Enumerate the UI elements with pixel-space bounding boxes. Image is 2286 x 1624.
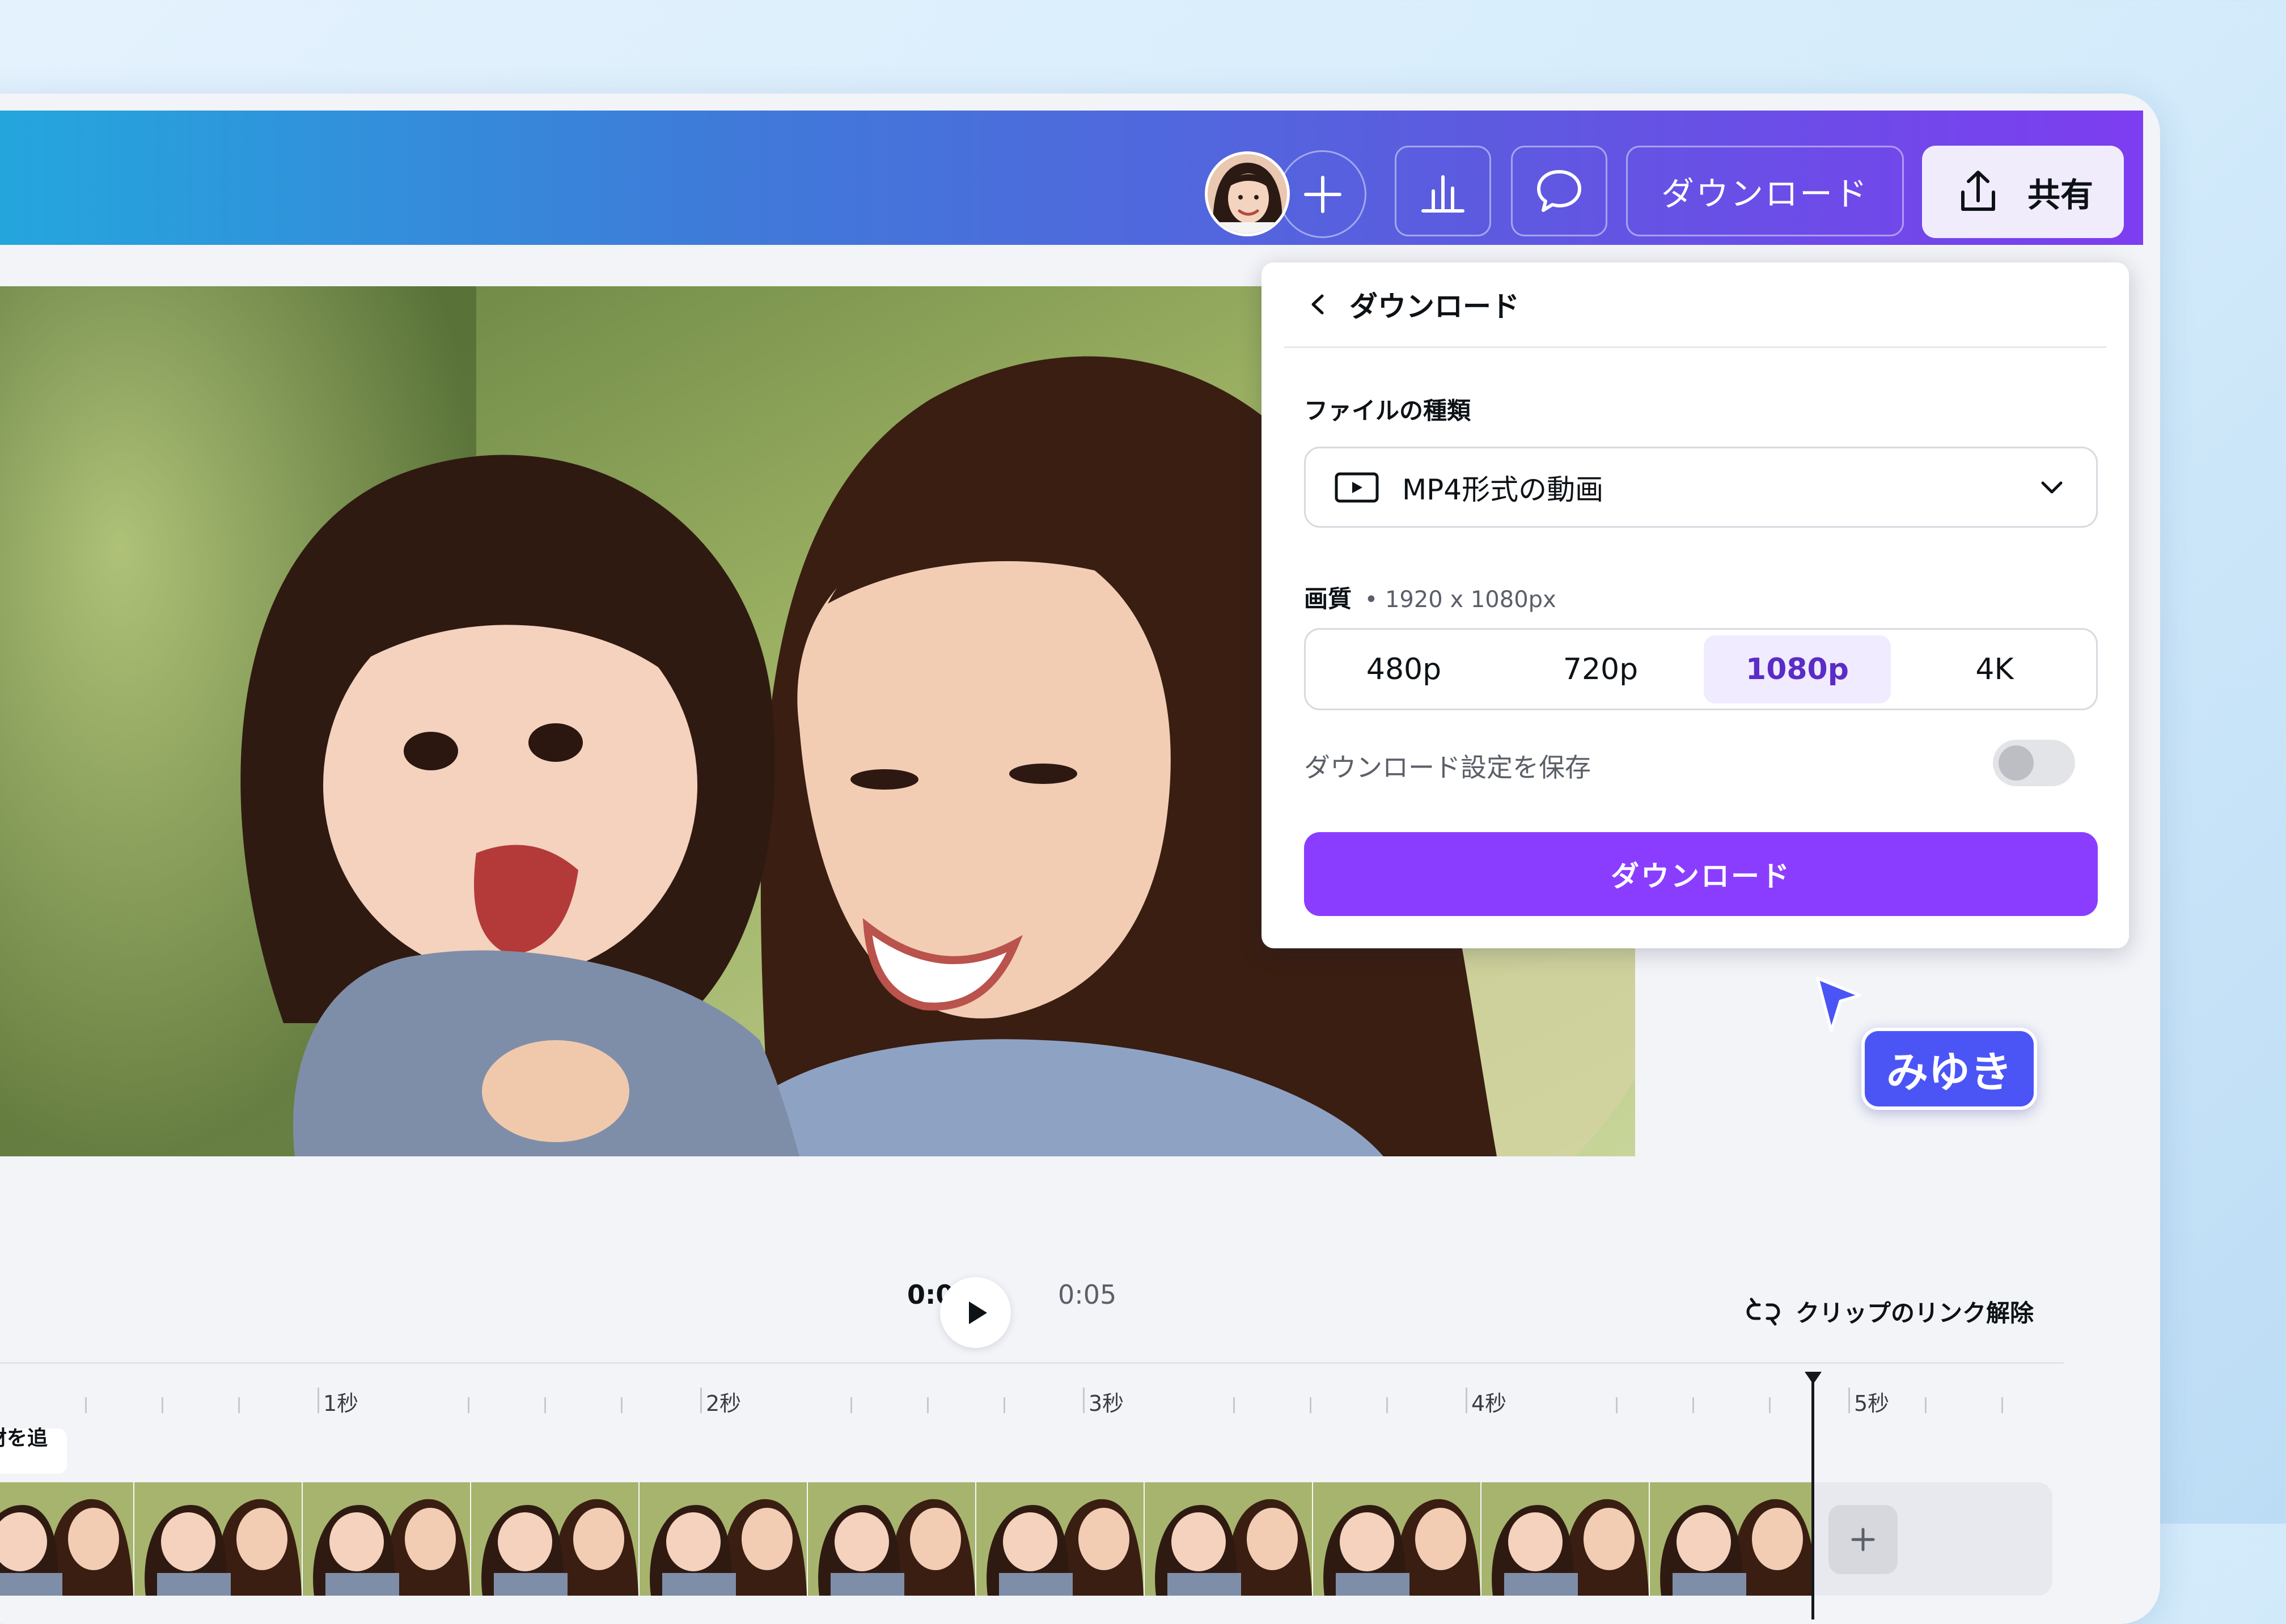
clip-frame [1313, 1482, 1481, 1596]
ruler-second-mark [318, 1388, 319, 1413]
panel-download-button[interactable]: ダウンロード [1304, 832, 2098, 916]
plus-icon [1303, 175, 1341, 213]
download-button[interactable]: ダウンロード [1626, 146, 1904, 236]
ruler-tick [1692, 1397, 1694, 1413]
ruler-tick [1616, 1397, 1618, 1413]
ruler-tick [85, 1397, 87, 1413]
timeline-divider [0, 1362, 2064, 1364]
user-avatar[interactable] [1205, 151, 1290, 236]
quality-option-720p[interactable]: 720p [1507, 635, 1694, 703]
ruler-tick [1769, 1397, 1771, 1413]
ruler-tick [468, 1397, 469, 1413]
ruler-tick [544, 1397, 546, 1413]
bar-chart-icon [1421, 175, 1464, 213]
ruler-tick [162, 1397, 163, 1413]
save-settings-label: ダウンロード設定を保存 [1304, 752, 1591, 783]
clip-frame [808, 1482, 976, 1596]
quality-option-480p[interactable]: 480p [1310, 635, 1497, 703]
ruler-tick [1004, 1397, 1005, 1413]
clip-frame [303, 1482, 471, 1596]
ruler-label-1s: 1秒 [323, 1391, 359, 1416]
video-file-icon [1335, 472, 1379, 502]
file-type-select[interactable]: MP4形式の動画 [1304, 447, 2098, 528]
ruler-label-5s: 5秒 [1854, 1391, 1890, 1416]
collaborator-name-tag: みゆき [1861, 1028, 2037, 1110]
ruler-tick [1310, 1397, 1311, 1413]
chevron-down-icon [2041, 481, 2063, 493]
ruler-second-mark [1083, 1388, 1085, 1413]
quality-label: 画質 [1304, 585, 1352, 613]
ruler-second-mark [700, 1388, 702, 1413]
play-button[interactable] [940, 1277, 1011, 1348]
ruler-label-2s: 2秒 [706, 1391, 742, 1416]
total-time: 0:05 [1058, 1279, 1117, 1310]
avatar-photo [1208, 154, 1287, 234]
ruler-tick [1925, 1397, 1927, 1413]
share-upload-icon [1961, 170, 1995, 211]
clip-frame [134, 1482, 303, 1596]
clip-frame [1481, 1482, 1650, 1596]
unlink-icon [1746, 1297, 1780, 1325]
insights-button[interactable] [1395, 146, 1491, 236]
download-button-label: ダウンロード [1661, 175, 1869, 213]
share-button[interactable]: 共有 [1922, 146, 2124, 238]
quality-option-4k[interactable]: 4K [1901, 635, 2088, 703]
unlink-clips-button[interactable]: クリップのリンク解除 [1743, 1294, 2034, 1329]
add-clip-button[interactable] [1828, 1505, 1898, 1574]
panel-title: ダウンロード [1349, 290, 1519, 323]
add-media-button[interactable]: 素材を追加 [0, 1427, 67, 1474]
download-panel: ダウンロード ファイルの種類 MP4形式の動画 画質 • 1920 x 1080… [1261, 262, 2129, 948]
playhead[interactable] [1811, 1376, 1814, 1619]
ruler-label-3s: 3秒 [1089, 1391, 1124, 1416]
ruler-tick [1233, 1397, 1235, 1413]
add-collaborator-button[interactable] [1279, 150, 1366, 238]
ruler-second-mark [1848, 1388, 1850, 1413]
quality-option-1080p[interactable]: 1080p [1704, 635, 1891, 703]
quality-segmented-control: 480p 720p 1080p 4K [1304, 628, 2098, 710]
file-type-label: ファイルの種類 [1304, 397, 1471, 425]
clip-frame [471, 1482, 640, 1596]
ruler-tick [2001, 1397, 2003, 1413]
clip-frame [640, 1482, 808, 1596]
panel-header: ダウンロード [1284, 262, 2106, 348]
clip-frame [0, 1482, 134, 1596]
clip-frame [1145, 1482, 1313, 1596]
file-type-value: MP4形式の動画 [1402, 473, 1604, 506]
ruler-second-mark [1466, 1388, 1467, 1413]
collaborator-cursor-icon [1816, 977, 1861, 1032]
top-bar: ダウンロード 共有 [0, 111, 2143, 245]
ruler-tick [1386, 1397, 1388, 1413]
toggle-knob [1999, 745, 2034, 781]
quality-detail: • 1920 x 1080px [1364, 587, 1556, 613]
comment-bubble-icon [1537, 170, 1581, 212]
video-clip-track[interactable] [0, 1482, 1814, 1596]
back-chevron-icon[interactable] [1304, 290, 1332, 319]
quality-label-row: 画質 • 1920 x 1080px [1304, 580, 1556, 614]
ruler-tick [238, 1397, 240, 1413]
ruler-label-4s: 4秒 [1471, 1391, 1507, 1416]
ruler-tick [621, 1397, 623, 1413]
comments-button[interactable] [1511, 146, 1607, 236]
save-settings-toggle[interactable] [1993, 740, 2075, 786]
ruler-tick [850, 1397, 852, 1413]
ruler-tick [927, 1397, 929, 1413]
editor-window: ダウンロード 共有 ダウンロード ファイルの種類 MP4形式の動画 画質 • 1… [0, 94, 2160, 1624]
clip-frame [976, 1482, 1145, 1596]
share-button-label: 共有 [2027, 175, 2093, 214]
play-icon [968, 1301, 987, 1324]
plus-icon [1851, 1528, 1875, 1551]
unlink-label: クリップのリンク解除 [1796, 1299, 2034, 1327]
clip-frame [1650, 1482, 1814, 1596]
